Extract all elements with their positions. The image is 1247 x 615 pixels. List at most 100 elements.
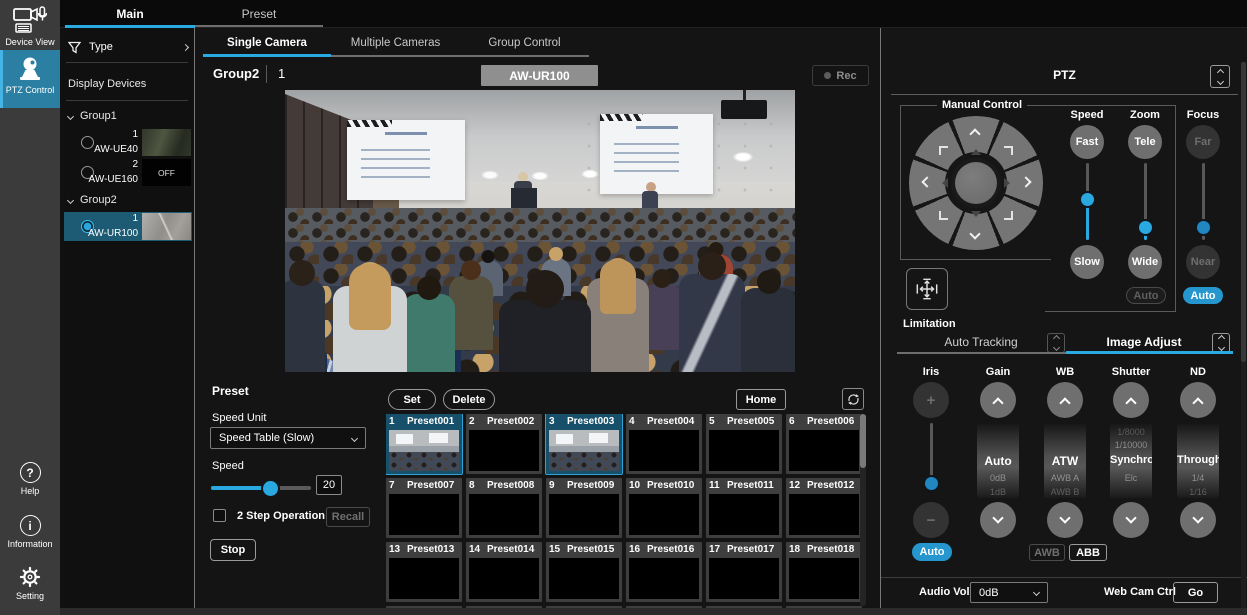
gain-up-button[interactable] <box>980 382 1016 418</box>
pad-left-icon[interactable] <box>921 176 932 187</box>
device-radio[interactable] <box>81 136 94 149</box>
set-button[interactable]: Set <box>388 389 436 410</box>
group2-row[interactable]: Group2 <box>68 194 117 206</box>
preset-tile[interactable]: 2Preset002 <box>466 414 542 474</box>
iris-close-button[interactable]: − <box>913 502 949 538</box>
device-row-awur100-selected[interactable]: 1 AW-UR100 <box>64 212 192 241</box>
iris-open-button[interactable]: + <box>913 382 949 418</box>
iris-slider-track[interactable] <box>930 423 933 481</box>
camera-model-button[interactable]: AW-UR100 <box>481 65 598 86</box>
preset-tile[interactable]: 17Preset017 <box>706 542 782 602</box>
sidebar-item-help[interactable]: ? Help <box>0 462 60 496</box>
shutter-down-button[interactable] <box>1113 502 1149 538</box>
type-filter-row[interactable]: Type <box>68 36 188 58</box>
preset-tile[interactable]: 4Preset004 <box>626 414 702 474</box>
preset-tile[interactable]: 9Preset009 <box>546 478 622 538</box>
preset-tile[interactable]: 3Preset003 <box>546 414 622 474</box>
two-step-checkbox[interactable] <box>213 509 226 522</box>
speed-unit-select[interactable]: Speed Table (Slow) <box>210 427 366 449</box>
tab-preset[interactable]: Preset <box>195 0 323 28</box>
pan-tilt-pad[interactable] <box>909 116 1043 250</box>
home-button[interactable]: Home <box>736 389 786 410</box>
wb-up-button[interactable] <box>1047 382 1083 418</box>
nd-up-button[interactable] <box>1180 382 1216 418</box>
preset-tile[interactable]: 12Preset012 <box>786 478 862 538</box>
ptz-panel-scrollbar[interactable] <box>1241 62 1246 610</box>
device-row-awue40[interactable]: 1 AW-UE40 <box>64 128 192 157</box>
preset-tile[interactable]: 5Preset005 <box>706 414 782 474</box>
tab-multiple-cameras[interactable]: Multiple Cameras <box>331 32 460 54</box>
preset-tile[interactable]: 16Preset016 <box>626 542 702 602</box>
pad-center-button[interactable] <box>955 162 997 204</box>
sidebar-item-ptz-control[interactable]: PTZ Control <box>0 50 60 108</box>
gain-down-button[interactable] <box>980 502 1016 538</box>
pad-up-icon[interactable] <box>969 128 980 139</box>
preset-tile[interactable]: 6Preset006 <box>786 414 862 474</box>
tab-group-control[interactable]: Group Control <box>460 32 589 54</box>
tab-auto-tracking[interactable]: Auto Tracking <box>911 335 1051 349</box>
pad-downright-icon[interactable] <box>1004 211 1013 220</box>
tab-image-adjust[interactable]: Image Adjust <box>1081 335 1207 349</box>
recall-button[interactable]: Recall <box>326 507 370 527</box>
stop-button[interactable]: Stop <box>210 539 256 561</box>
speed-slider-handle[interactable] <box>263 481 278 496</box>
preset-tile[interactable]: 18Preset018 <box>786 542 862 602</box>
zoom-tele-button[interactable]: Tele <box>1128 125 1162 159</box>
focus-far-button[interactable]: Far <box>1186 125 1220 159</box>
zoom-slider-handle[interactable] <box>1139 221 1152 234</box>
delete-button[interactable]: Delete <box>443 389 495 410</box>
scrollbar-thumb[interactable] <box>860 414 866 468</box>
preset-tile[interactable]: 1Preset001 <box>386 414 462 474</box>
preset-tile[interactable]: 15Preset015 <box>546 542 622 602</box>
awb-button[interactable]: AWB <box>1029 544 1065 561</box>
nd-value-wheel[interactable]: Through 1/4 1/16 <box>1177 424 1219 498</box>
nd-down-button[interactable] <box>1180 502 1216 538</box>
speed-slider-handle[interactable] <box>1081 193 1094 206</box>
abb-button[interactable]: ABB <box>1069 544 1107 561</box>
group1-row[interactable]: Group1 <box>68 110 117 122</box>
shutter-up-button[interactable] <box>1113 382 1149 418</box>
refresh-button[interactable] <box>842 388 864 410</box>
preset-grid-scrollbar[interactable] <box>860 414 866 606</box>
preset-tile[interactable]: 7Preset007 <box>386 478 462 538</box>
gain-value-wheel[interactable]: Auto 0dB 1dB <box>977 424 1019 498</box>
speed-value-box[interactable]: 20 <box>316 475 342 495</box>
preset-tile[interactable]: 8Preset008 <box>466 478 542 538</box>
image-adjust-collapse-button[interactable] <box>1212 333 1230 353</box>
auto-tracking-collapse-button[interactable] <box>1047 333 1065 353</box>
limitation-button[interactable] <box>906 268 948 310</box>
sidebar-item-device-view[interactable]: Device View <box>0 6 60 47</box>
sidebar-item-information[interactable]: i Information <box>0 515 60 549</box>
pad-upright-icon[interactable] <box>1004 146 1013 155</box>
zoom-auto-button[interactable]: Auto <box>1126 287 1166 304</box>
speed-fast-button[interactable]: Fast <box>1070 125 1104 159</box>
rec-button[interactable]: Rec <box>812 65 869 86</box>
device-row-awue160[interactable]: 2 AW-UE160 OFF <box>64 158 192 187</box>
camera-video-view[interactable] <box>285 90 795 372</box>
iris-slider-handle[interactable] <box>925 477 938 490</box>
pad-down-icon[interactable] <box>969 228 980 239</box>
speed-slow-button[interactable]: Slow <box>1070 245 1104 279</box>
scrollbar-thumb[interactable] <box>1241 62 1246 362</box>
pad-upleft-icon[interactable] <box>939 146 948 155</box>
pad-right-icon[interactable] <box>1020 176 1031 187</box>
iris-auto-button[interactable]: Auto <box>912 543 952 561</box>
wb-down-button[interactable] <box>1047 502 1083 538</box>
wb-value-wheel[interactable]: ATW AWB A AWB B <box>1044 424 1086 498</box>
preset-tile[interactable]: 13Preset013 <box>386 542 462 602</box>
tab-main[interactable]: Main <box>65 0 195 28</box>
pad-downleft-icon[interactable] <box>939 211 948 220</box>
sidebar-item-setting[interactable]: Setting <box>0 566 60 601</box>
shutter-value-wheel[interactable]: 1/8000 1/10000 Synchro Elc <box>1110 424 1152 498</box>
ptz-collapse-button[interactable] <box>1210 65 1230 88</box>
focus-auto-button[interactable]: Auto <box>1183 287 1223 304</box>
preset-tile[interactable]: 11Preset011 <box>706 478 782 538</box>
go-button[interactable]: Go <box>1173 582 1218 603</box>
tab-single-camera[interactable]: Single Camera <box>203 32 331 54</box>
preset-tile[interactable]: 10Preset010 <box>626 478 702 538</box>
zoom-wide-button[interactable]: Wide <box>1128 245 1162 279</box>
audio-vol-select[interactable]: 0dB <box>970 582 1048 603</box>
focus-slider-handle[interactable] <box>1197 221 1210 234</box>
focus-near-button[interactable]: Near <box>1186 245 1220 279</box>
preset-tile[interactable]: 14Preset014 <box>466 542 542 602</box>
